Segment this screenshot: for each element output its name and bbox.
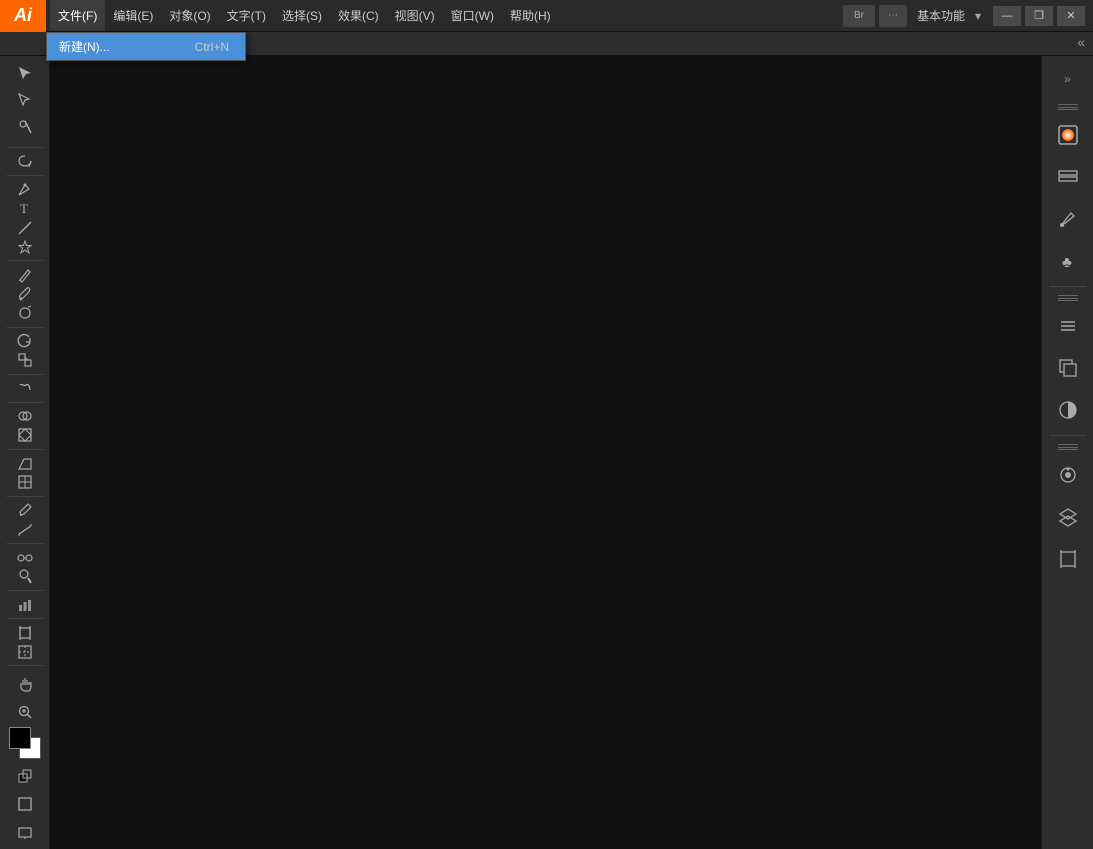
main-layout: T: [0, 56, 1093, 849]
paintbrush-tool[interactable]: [7, 285, 43, 302]
rotate-tool[interactable]: [7, 333, 43, 350]
left-toolbar: T: [0, 56, 50, 849]
separator-12: [7, 665, 43, 666]
minimize-button[interactable]: —: [993, 6, 1021, 26]
workspace-label: 基本功能: [911, 5, 971, 26]
symbol-sprayer-tool[interactable]: [7, 568, 43, 585]
right-panel: » ♣: [1041, 56, 1093, 849]
separator-9: [7, 543, 43, 544]
menu-edit[interactable]: 编辑(E): [105, 0, 161, 31]
artboard-tool[interactable]: [7, 624, 43, 641]
mesh-tool[interactable]: [7, 474, 43, 491]
type-tool[interactable]: T: [7, 200, 43, 217]
panel-grip-3: [1050, 444, 1086, 450]
svg-text:T: T: [20, 201, 28, 216]
align-panel-button[interactable]: [1049, 307, 1087, 345]
foreground-color[interactable]: [9, 727, 31, 749]
shape-builder-tool[interactable]: [7, 408, 43, 425]
symbols-panel-button[interactable]: ♣: [1049, 242, 1087, 280]
magic-wand-tool[interactable]: [7, 114, 43, 140]
selection-tool-group: [0, 60, 49, 140]
slice-tool[interactable]: [7, 643, 43, 660]
separator-3: [7, 260, 43, 261]
workspace-dropdown-icon[interactable]: ▾: [975, 9, 981, 23]
fill-stroke-toggle[interactable]: [7, 763, 43, 789]
lasso-tool[interactable]: [7, 153, 43, 170]
separator-2: [7, 175, 43, 176]
separator-5: [7, 374, 43, 375]
close-button[interactable]: ✕: [1057, 6, 1085, 26]
extra-button[interactable]: ⋯: [879, 5, 907, 27]
separator-7: [7, 449, 43, 450]
menu-view[interactable]: 视图(V): [387, 0, 443, 31]
right-separator-2: [1050, 435, 1086, 436]
blend-tool[interactable]: [7, 549, 43, 566]
live-paint-tool[interactable]: [7, 427, 43, 444]
perspective-tool[interactable]: [7, 455, 43, 472]
color-boxes[interactable]: [9, 727, 41, 759]
scale-tool[interactable]: [7, 352, 43, 369]
new-file-item[interactable]: 新建(N)... Ctrl+N: [47, 33, 245, 60]
blob-brush-tool[interactable]: [7, 305, 43, 322]
separator-10: [7, 590, 43, 591]
screen-mode-toggle[interactable]: [7, 819, 43, 845]
color-panel-button[interactable]: [1049, 116, 1087, 154]
menu-object[interactable]: 对象(O): [161, 0, 218, 31]
separator-6: [7, 402, 43, 403]
title-bar-right: Br ⋯ 基本功能 ▾ — ❐ ✕: [843, 5, 1093, 27]
menu-bar: 文件(F) 编辑(E) 对象(O) 文字(T) 选择(S) 效果(C) 视图(V…: [46, 0, 843, 31]
title-bar: Ai 文件(F) 编辑(E) 对象(O) 文字(T) 选择(S) 效果(C) 视…: [0, 0, 1093, 32]
selection-tool[interactable]: [7, 60, 43, 86]
star-tool[interactable]: [7, 238, 43, 255]
transform-panel-button[interactable]: [1049, 349, 1087, 387]
menu-file[interactable]: 文件(F): [50, 0, 105, 31]
artboards-panel-button[interactable]: [1049, 540, 1087, 578]
separator-8: [7, 496, 43, 497]
zoom-tool[interactable]: [7, 699, 43, 725]
menu-text[interactable]: 文字(T): [219, 0, 274, 31]
panel-grip-2: [1050, 295, 1086, 301]
separator-1: [7, 147, 43, 148]
file-dropdown: 新建(N)... Ctrl+N: [46, 32, 246, 61]
brushes-panel-button[interactable]: [1049, 200, 1087, 238]
separator-11: [7, 618, 43, 619]
canvas-area[interactable]: [50, 56, 1041, 849]
layers-panel-button[interactable]: [1049, 158, 1087, 196]
menu-help[interactable]: 帮助(H): [502, 0, 559, 31]
direct-selection-tool[interactable]: [7, 87, 43, 113]
menu-select[interactable]: 选择(S): [274, 0, 330, 31]
transparency-panel-button[interactable]: [1049, 391, 1087, 429]
appearance-panel-button[interactable]: [1049, 456, 1087, 494]
pencil-tool[interactable]: [7, 266, 43, 283]
tab-panel-toggle[interactable]: «: [1073, 34, 1089, 50]
menu-window[interactable]: 窗口(W): [443, 0, 502, 31]
separator-4: [7, 327, 43, 328]
toolbar-bottom: [0, 671, 49, 849]
layers-list-button[interactable]: [1049, 498, 1087, 536]
line-tool[interactable]: [7, 219, 43, 236]
menu-effect[interactable]: 效果(C): [330, 0, 387, 31]
view-mode-toggle[interactable]: [7, 791, 43, 817]
pen-tool[interactable]: [7, 181, 43, 198]
hand-tool[interactable]: [7, 671, 43, 697]
eyedropper-tool[interactable]: [7, 502, 43, 519]
ai-logo: Ai: [0, 0, 46, 32]
panel-toggle-top[interactable]: »: [1049, 60, 1087, 98]
graph-tool[interactable]: [7, 596, 43, 613]
right-separator-1: [1050, 286, 1086, 287]
measure-tool[interactable]: [7, 521, 43, 538]
panel-grip-1: [1050, 104, 1086, 110]
restore-button[interactable]: ❐: [1025, 6, 1053, 26]
warp-tool[interactable]: [7, 380, 43, 397]
bridge-button[interactable]: Br: [843, 5, 875, 27]
svg-text:♣: ♣: [1062, 255, 1072, 271]
